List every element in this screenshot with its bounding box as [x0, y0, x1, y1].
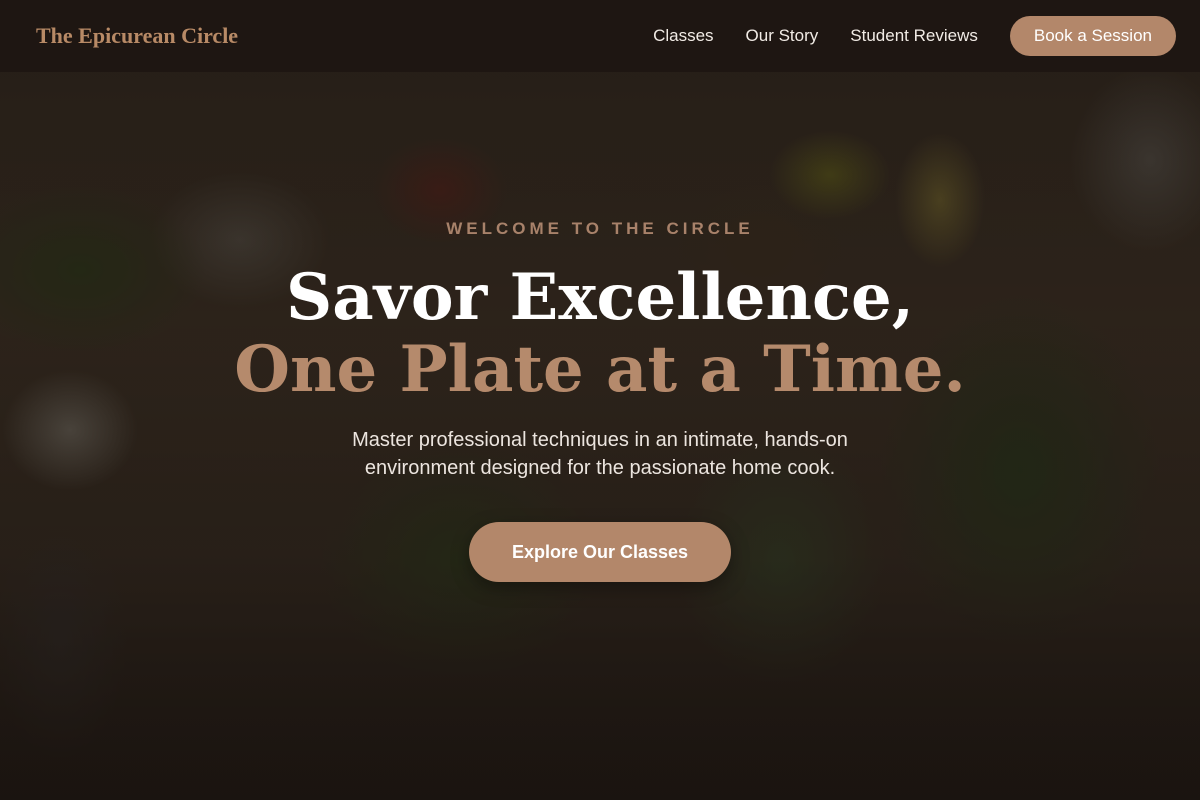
main-nav: Classes Our Story Student Reviews Book a… — [653, 16, 1176, 56]
brand-logo[interactable]: The Epicurean Circle — [36, 23, 238, 49]
hero-headline-line1: Savor Excellence, — [285, 260, 915, 335]
hero-headline-line2: One Plate at a Time. — [234, 332, 966, 407]
book-session-button[interactable]: Book a Session — [1009, 16, 1176, 56]
hero-section: WELCOME TO THE CIRCLE Savor Excellence, … — [0, 72, 1200, 800]
hero-subtitle: Master professional techniques in an int… — [352, 429, 848, 479]
nav-link-student-reviews[interactable]: Student Reviews — [850, 26, 978, 46]
hero-eyebrow: WELCOME TO THE CIRCLE — [446, 219, 754, 238]
nav-link-our-story[interactable]: Our Story — [746, 26, 819, 46]
site-header: The Epicurean Circle Classes Our Story S… — [0, 0, 1200, 72]
explore-classes-button[interactable]: Explore Our Classes — [469, 522, 731, 582]
nav-link-classes[interactable]: Classes — [653, 26, 713, 46]
